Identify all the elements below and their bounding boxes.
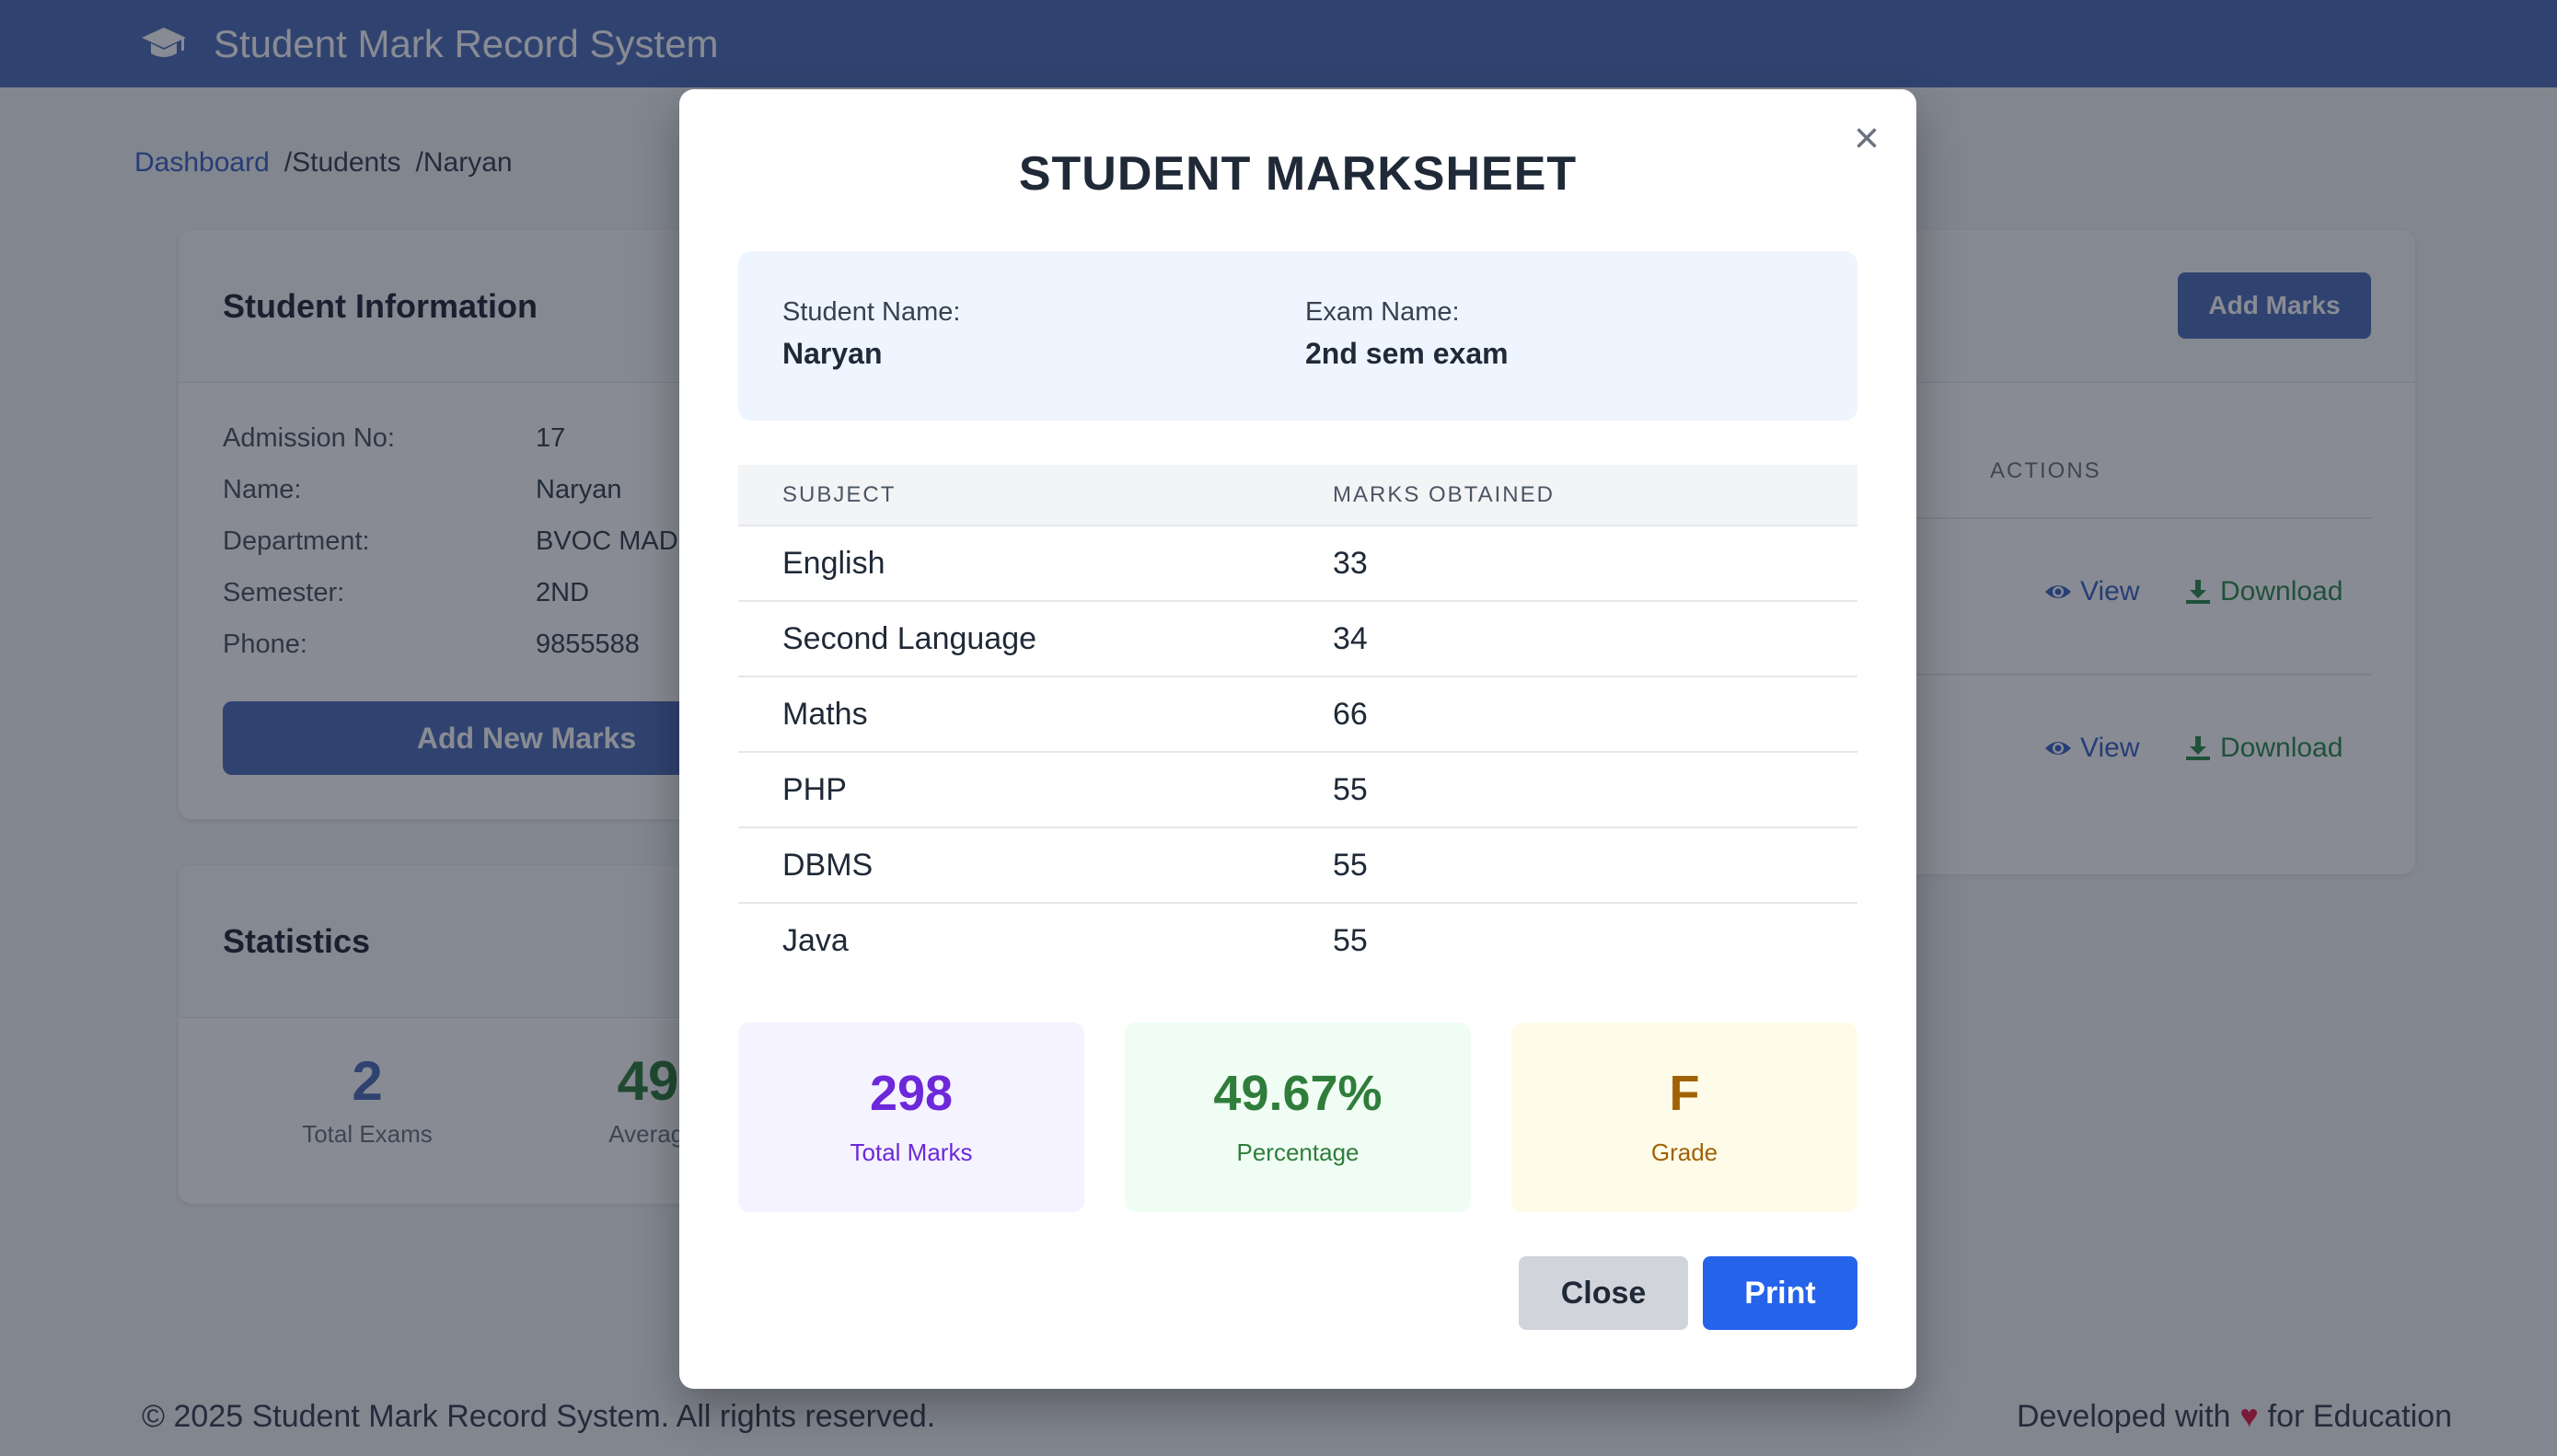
marks-table-header-row: SUBJECT MARKS OBTAINED — [738, 465, 1857, 526]
grade-box: F Grade — [1511, 1023, 1857, 1212]
subject-cell: Maths — [738, 676, 1333, 753]
total-marks-box: 298 Total Marks — [738, 1023, 1084, 1212]
subject-cell: PHP — [738, 752, 1333, 828]
subject-cell: English — [738, 526, 1333, 602]
marksheet-info-box: Student Name: Naryan Exam Name: 2nd sem … — [738, 251, 1857, 421]
table-row: English 33 — [738, 526, 1857, 602]
subject-cell: DBMS — [738, 827, 1333, 904]
subject-column-header: SUBJECT — [738, 465, 1333, 526]
grade-value: F — [1669, 1066, 1700, 1121]
close-button[interactable]: Close — [1519, 1256, 1688, 1330]
student-name-block: Student Name: Naryan — [782, 297, 960, 371]
subject-cell: Java — [782, 923, 849, 958]
table-row: PHP 55 — [738, 752, 1857, 828]
marksheet-modal: × STUDENT MARKSHEET Student Name: Naryan… — [679, 89, 1916, 1389]
marks-cell: 55 — [1333, 752, 1857, 828]
marks-table: SUBJECT MARKS OBTAINED English 33 Second… — [738, 465, 1857, 978]
table-row: Java 55 — [738, 903, 1857, 978]
marks-cell: 33 — [1333, 526, 1857, 602]
print-button[interactable]: Print — [1703, 1256, 1857, 1330]
total-marks-value: 298 — [869, 1066, 954, 1121]
grade-label: Grade — [1650, 1138, 1718, 1166]
marks-cell: 34 — [1333, 601, 1857, 677]
marks-column-header: MARKS OBTAINED — [1333, 465, 1857, 526]
marksheet-title: STUDENT MARKSHEET — [1018, 147, 1578, 201]
student-name-value: Naryan — [782, 337, 883, 370]
exam-name-label: Exam Name: — [1305, 297, 1460, 327]
marks-cell: 55 — [1333, 827, 1857, 904]
marks-cell: 55 — [1333, 923, 1368, 958]
table-row: Maths 66 — [738, 676, 1857, 753]
percentage-value: 49.67% — [1213, 1066, 1383, 1121]
subject-cell: Second Language — [738, 601, 1333, 677]
table-row: Second Language 34 — [738, 601, 1857, 677]
marks-cell: 66 — [1333, 676, 1857, 753]
total-marks-label: Total Marks — [850, 1138, 973, 1166]
percentage-label: Percentage — [1236, 1138, 1359, 1166]
table-row: DBMS 55 — [738, 827, 1857, 904]
student-name-label: Student Name: — [782, 297, 961, 327]
exam-name-block: Exam Name: 2nd sem exam — [1305, 297, 1509, 371]
exam-name-value: 2nd sem exam — [1305, 337, 1509, 370]
percentage-box: 49.67% Percentage — [1125, 1023, 1471, 1212]
